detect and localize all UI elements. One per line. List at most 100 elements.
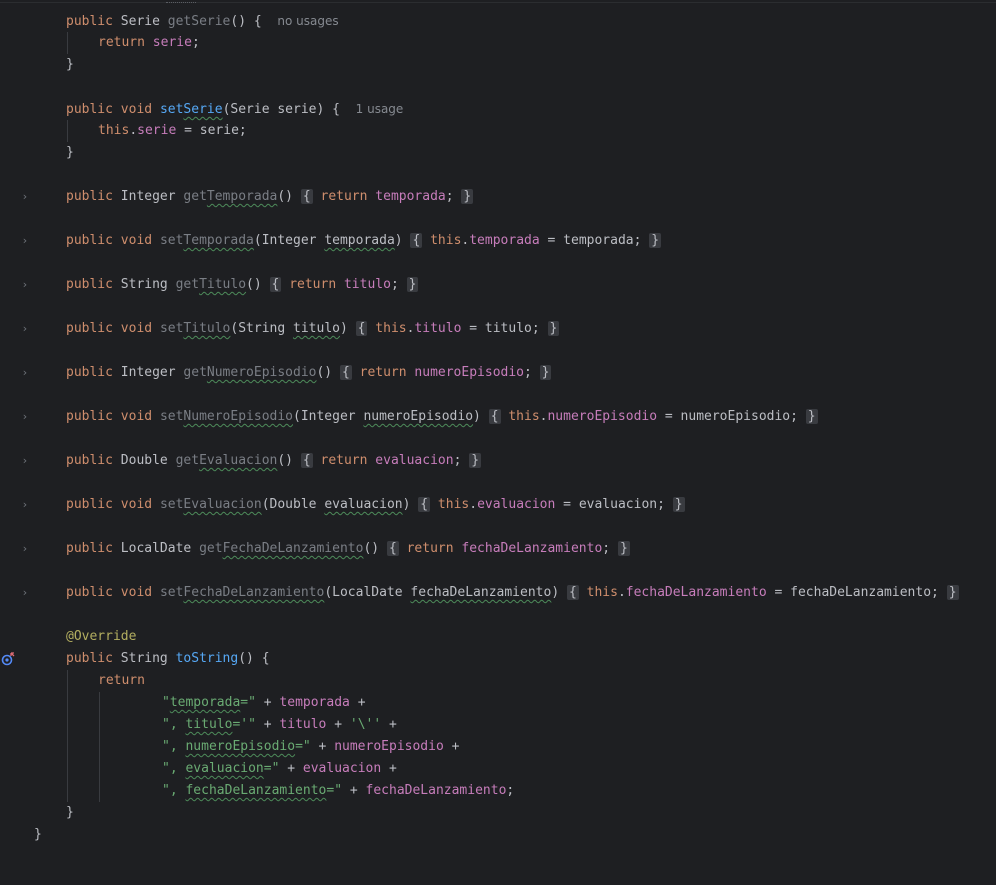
code-line[interactable]: } xyxy=(0,55,74,75)
method-name[interactable]: Temporada xyxy=(183,233,253,248)
keyword: void xyxy=(120,102,153,117)
chevron-right-icon[interactable]: › xyxy=(20,231,30,251)
method-name[interactable]: set xyxy=(160,497,183,512)
code-line-getevaluacion[interactable]: › public Double getEvaluacion() { return… xyxy=(0,451,482,471)
chevron-right-icon[interactable]: › xyxy=(20,363,30,383)
chevron-right-icon[interactable]: › xyxy=(20,275,30,295)
chevron-right-icon[interactable]: › xyxy=(20,451,30,471)
type-name: String xyxy=(120,277,168,292)
keyword: return xyxy=(289,277,337,292)
code-line[interactable]: } xyxy=(0,825,42,845)
method-name[interactable]: Titulo xyxy=(199,277,246,292)
code-line[interactable]: } xyxy=(0,803,74,823)
type-name: Serie xyxy=(120,14,160,29)
code-line[interactable]: } xyxy=(0,143,74,163)
keyword: this xyxy=(586,585,618,600)
type-name: Double xyxy=(269,497,317,512)
method-name[interactable]: set xyxy=(160,409,183,424)
code-line[interactable]: ", evaluacion=" + evaluacion + xyxy=(0,759,397,779)
string-literal: ", xyxy=(162,717,186,732)
field-name: evaluacion xyxy=(375,453,454,468)
chevron-right-icon[interactable]: › xyxy=(20,539,30,559)
chevron-right-icon[interactable]: › xyxy=(20,407,30,427)
parameter-name: fechaDeLanzamiento xyxy=(790,585,932,600)
string-literal: fechaDeLanzamiento xyxy=(185,783,327,798)
keyword: return xyxy=(98,35,145,50)
field-name: numeroEpisodio xyxy=(414,365,524,380)
code-line-gettemporada[interactable]: › public Integer getTemporada() { return… xyxy=(0,187,474,207)
method-name[interactable]: get xyxy=(183,189,206,204)
method-name[interactable]: toString xyxy=(176,651,239,666)
keyword: void xyxy=(120,409,153,424)
type-name: String xyxy=(120,651,168,666)
method-name[interactable]: set xyxy=(160,585,183,600)
code-line-settitulo[interactable]: › public void setTitulo(String titulo) {… xyxy=(0,319,560,339)
keyword: public xyxy=(66,365,113,380)
keyword: this xyxy=(437,497,470,512)
method-name[interactable]: NumeroEpisodio xyxy=(183,409,293,424)
parameter-name: serie xyxy=(199,123,239,138)
chevron-right-icon[interactable]: › xyxy=(20,495,30,515)
method-name[interactable]: FechaDeLanzamiento xyxy=(223,541,364,556)
method-name[interactable]: get xyxy=(176,453,199,468)
code-line-setnumeroepisodio[interactable]: › public void setNumeroEpisodio(Integer … xyxy=(0,407,818,427)
method-name[interactable]: get xyxy=(176,277,199,292)
code-editor[interactable]: public Serie getSerie() { no usages retu… xyxy=(0,0,996,861)
method-name[interactable]: get xyxy=(199,541,222,556)
keyword: public xyxy=(66,651,113,666)
code-line-setevaluacion[interactable]: › public void setEvaluacion(Double evalu… xyxy=(0,495,685,515)
code-line[interactable]: this.serie = serie; xyxy=(0,121,247,141)
code-line-tostring[interactable]: public String toString() { xyxy=(0,649,270,669)
code-line-override[interactable]: @Override xyxy=(0,627,136,647)
method-name[interactable]: get xyxy=(183,365,206,380)
field-name: serie xyxy=(152,35,192,50)
code-line[interactable]: "temporada=" + temporada + xyxy=(0,693,366,713)
code-line-setfechadelanzamiento[interactable]: › public void setFechaDeLanzamiento(Loca… xyxy=(0,583,959,603)
chevron-right-icon[interactable]: › xyxy=(20,319,30,339)
method-name[interactable]: NumeroEpisodio xyxy=(207,365,317,380)
field-name: fechaDeLanzamiento xyxy=(365,783,507,798)
field-name: evaluacion xyxy=(302,761,382,776)
string-literal: ", xyxy=(162,783,186,798)
field-name: numeroEpisodio xyxy=(547,409,658,424)
code-line[interactable]: ", fechaDeLanzamiento=" + fechaDeLanzami… xyxy=(0,781,514,801)
code-line-gettitulo[interactable]: › public String getTitulo() { return tit… xyxy=(0,275,419,295)
keyword: return xyxy=(406,541,454,556)
code-line-getfechadelanzamiento[interactable]: › public LocalDate getFechaDeLanzamiento… xyxy=(0,539,630,559)
chevron-right-icon[interactable]: › xyxy=(20,187,30,207)
code-line-settemporada[interactable]: › public void setTemporada(Integer tempo… xyxy=(0,231,662,251)
code-line-getnumeroepisodio[interactable]: › public Integer getNumeroEpisodio() { r… xyxy=(0,363,552,383)
usages-hint[interactable]: no usages xyxy=(277,14,338,28)
code-line[interactable]: ", titulo='" + titulo + '\'' + xyxy=(0,715,397,735)
code-line-getserie[interactable]: public Serie getSerie() { no usages xyxy=(0,11,339,31)
keyword: public xyxy=(66,189,113,204)
method-name[interactable]: Titulo xyxy=(183,321,230,336)
field-name: titulo xyxy=(279,717,327,732)
method-name[interactable]: set xyxy=(160,102,183,117)
method-name[interactable]: Temporada xyxy=(207,189,277,204)
keyword: public xyxy=(66,14,113,29)
method-name[interactable]: Serie xyxy=(183,102,222,117)
usages-hint[interactable]: 1 usage xyxy=(356,102,404,116)
code-line[interactable]: return serie; xyxy=(0,33,200,53)
method-name[interactable]: getSerie xyxy=(168,14,231,29)
method-name[interactable]: Evaluacion xyxy=(183,497,261,512)
chevron-right-icon[interactable]: › xyxy=(20,583,30,603)
parameter-name: titulo xyxy=(484,321,532,336)
field-name: temporada xyxy=(469,233,540,248)
method-name[interactable]: FechaDeLanzamiento xyxy=(183,585,324,600)
parameter-name: evaluacion xyxy=(324,497,403,512)
method-name[interactable]: Evaluacion xyxy=(199,453,277,468)
method-name[interactable]: set xyxy=(160,321,183,336)
type-name: String xyxy=(238,321,286,336)
keyword: void xyxy=(120,585,153,600)
code-line[interactable]: return xyxy=(0,671,145,691)
code-line[interactable]: ", numeroEpisodio=" + numeroEpisodio + xyxy=(0,737,459,757)
method-name[interactable]: set xyxy=(160,233,183,248)
field-name: numeroEpisodio xyxy=(334,739,444,754)
code-line-setserie[interactable]: public void setSerie(Serie serie) { 1 us… xyxy=(0,99,403,119)
editor-top-border xyxy=(0,2,996,3)
string-literal: ", xyxy=(162,761,186,776)
keyword: return xyxy=(98,673,145,688)
type-name: Integer xyxy=(120,365,176,380)
